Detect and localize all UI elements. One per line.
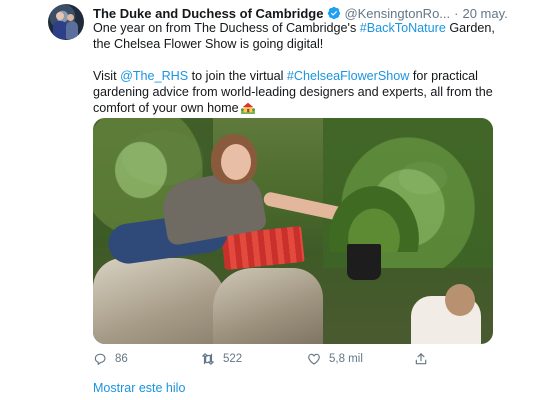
tweet-text: One year on from The Duchess of Cambridg… xyxy=(93,20,498,116)
retweet-count: 522 xyxy=(223,353,243,365)
like-count: 5,8 mil xyxy=(329,353,363,365)
author-name[interactable]: The Duke and Duchess of Cambridge xyxy=(93,6,323,21)
text-segment: to join the virtual xyxy=(188,69,287,83)
show-thread-link[interactable]: Mostrar este hilo xyxy=(93,381,185,395)
photo-person-face xyxy=(221,144,251,180)
tweet-photo[interactable] xyxy=(93,118,493,344)
author-avatar[interactable] xyxy=(48,4,84,40)
retweet-button[interactable]: 522 xyxy=(201,350,242,368)
tweet-actions: 86 522 5,8 mil xyxy=(93,350,453,368)
text-segment: Visit xyxy=(93,69,121,83)
tweet: The Duke and Duchess of Cambridge @Kensi… xyxy=(0,0,533,400)
author-handle[interactable]: @KensingtonRo... xyxy=(344,6,450,21)
photo-rock xyxy=(93,258,228,344)
tweet-header: The Duke and Duchess of Cambridge @Kensi… xyxy=(93,5,508,21)
hashtag-chelseaflowershow[interactable]: #ChelseaFlowerShow xyxy=(287,69,410,83)
tweet-paragraph-1: One year on from The Duchess of Cambridg… xyxy=(93,20,498,52)
tweet-paragraph-2: Visit @The_RHS to join the virtual #Chel… xyxy=(93,68,498,116)
reply-count: 86 xyxy=(115,353,128,365)
reply-icon xyxy=(94,353,106,366)
share-icon xyxy=(415,353,427,365)
photo-fern xyxy=(329,186,419,252)
reply-button[interactable]: 86 xyxy=(93,350,128,368)
house-with-garden-icon xyxy=(240,102,255,114)
heart-icon xyxy=(308,353,320,365)
header-separator: · xyxy=(454,5,459,21)
hashtag-backtonature[interactable]: #BackToNature xyxy=(360,21,446,35)
like-button[interactable]: 5,8 mil xyxy=(307,350,363,368)
tweet-timestamp[interactable]: 20 may. xyxy=(462,6,507,21)
photo-child-head xyxy=(445,284,475,316)
photo-plant-pot xyxy=(347,244,381,280)
share-button[interactable] xyxy=(414,350,436,368)
verified-badge-icon xyxy=(328,6,341,20)
retweet-icon xyxy=(202,353,214,365)
mention-the-rhs[interactable]: @The_RHS xyxy=(120,69,188,83)
photo-rock xyxy=(213,268,323,344)
text-segment: One year on from The Duchess of Cambridg… xyxy=(93,21,360,35)
